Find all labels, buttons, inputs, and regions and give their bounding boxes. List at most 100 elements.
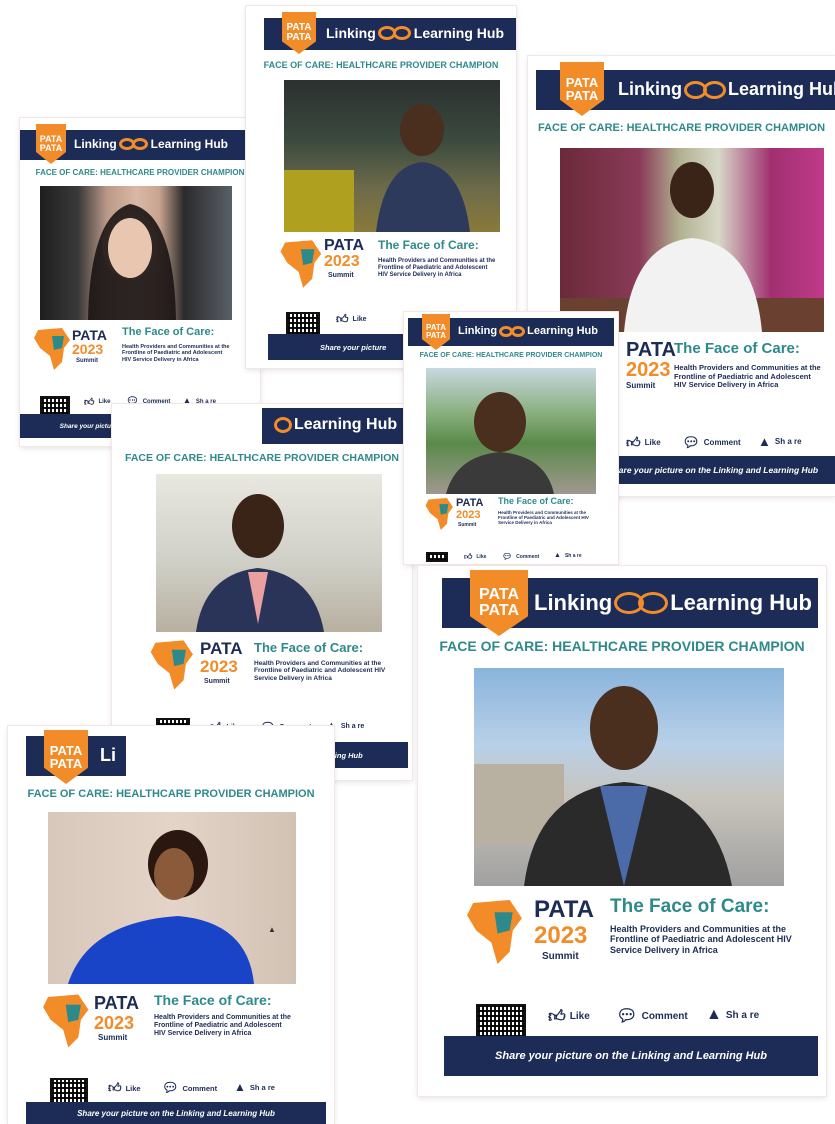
face-of-care-subtitle: Health Providers and Communities at the … (254, 660, 386, 682)
comment-button[interactable]: 💬︎Comment (682, 434, 741, 451)
summit-pata: PATA (456, 497, 484, 509)
face-of-care-subtitle: Health Providers and Communities at the … (122, 344, 230, 363)
champion-card-4: PATA PATA Linking Learning Hub FACE OF CA… (404, 312, 618, 564)
summit-pata: PATA (72, 327, 107, 343)
summit-label: Summit (76, 358, 99, 364)
pata-logo: PATA PATA (44, 730, 88, 784)
summit-year: 2023 (324, 253, 360, 270)
svg-text:▲: ▲ (268, 925, 276, 934)
share-button[interactable]: ▲Sh a re (554, 552, 582, 559)
summit-year: 2023 (94, 1013, 135, 1033)
champion-photo: ▲ (48, 812, 296, 984)
summit-label: Summit (542, 951, 579, 962)
comment-bubble-icon: 💬︎ (616, 1006, 638, 1025)
summit-pata: PATA (200, 639, 243, 658)
portrait-silhouette (446, 392, 554, 494)
portrait-silhouette (474, 686, 732, 886)
card-heading: FACE OF CARE: HEALTHCARE PROVIDER CHAMPI… (419, 352, 603, 359)
summit-label: Summit (458, 522, 477, 528)
summit-year: 2023 (456, 509, 481, 521)
summit-pata: PATA (534, 896, 594, 923)
champion-photo (284, 80, 500, 232)
hub-header: Learning Hub (262, 408, 412, 444)
summit-year: 2023 (534, 922, 588, 949)
card-heading: FACE OF CARE: HEALTHCARE PROVIDER CHAMPI… (35, 168, 245, 177)
thumbs-up-icon: 👍︎ (84, 397, 95, 408)
champion-card-6: PATA PATA Li FACE OF CARE: HEALTHCARE PRO… (8, 726, 334, 1124)
portrait-silhouette (284, 104, 470, 232)
face-of-care-title: The Face of Care: (674, 340, 800, 357)
thumbs-up-icon: 👍︎ (626, 434, 641, 450)
africa-map-icon (280, 240, 322, 288)
share-button[interactable]: ▲Sh a re (758, 434, 802, 449)
pata-logo: PATA PATA (282, 12, 316, 54)
face-of-care-title: The Face of Care: (154, 992, 272, 1008)
summit-year: 2023 (72, 341, 104, 357)
share-footer: Share your picture on the Linking and Le… (444, 1036, 818, 1076)
summit-label: Summit (98, 1033, 128, 1042)
champion-photo (40, 186, 232, 320)
comment-bubble-icon: 💬︎ (162, 1080, 179, 1095)
summit-year: 2023 (626, 359, 671, 381)
pata-logo: PATA PATA (470, 570, 528, 636)
comment-button[interactable]: 💬︎Comment (162, 1080, 217, 1096)
share-arrow-icon: ▲ (758, 434, 771, 449)
face-of-care-title: The Face of Care: (122, 326, 215, 338)
thumbs-up-icon: 👍︎ (108, 1080, 122, 1095)
like-button[interactable]: 👍︎Like (336, 312, 367, 327)
share-arrow-icon: ▲ (706, 1006, 722, 1023)
africa-map-icon (43, 994, 89, 1048)
share-button[interactable]: ▲Sh a re (706, 1006, 759, 1024)
face-of-care-subtitle: Health Providers and Communities at the … (154, 1014, 291, 1038)
hub-header: PATA PATA Linking Learning Hub (536, 62, 835, 116)
face-of-care-subtitle: Health Providers and Communities at the … (378, 258, 496, 278)
pata-logo: PATA PATA (560, 62, 604, 116)
hub-header: PATA PATA Linking Learning Hub (264, 12, 516, 54)
hub-title: Li (100, 745, 116, 765)
portrait-silhouette (88, 204, 176, 320)
card-heading: FACE OF CARE: HEALTHCARE PROVIDER CHAMPI… (439, 638, 805, 654)
hub-header: PATA PATA Linking Learning Hub (408, 314, 614, 350)
africa-map-icon (34, 328, 70, 370)
hub-title: Linking Learning Hub (618, 79, 835, 99)
hub-header: PATA PATA Linking Learning Hub (442, 570, 818, 636)
comment-button[interactable]: 💬︎Comment (502, 552, 539, 561)
chain-link-icon (614, 592, 669, 614)
champion-card-1: PATA PATA Linking Learning Hub FACE OF CA… (20, 118, 260, 446)
champion-photo (156, 474, 382, 632)
chain-link-icon (499, 325, 526, 337)
hub-title: Linking Learning Hub (326, 25, 505, 41)
pata-logo: PATA PATA (36, 124, 66, 164)
champion-card-7: PATA PATA Linking Learning Hub FACE OF CA… (418, 566, 826, 1096)
like-button[interactable]: 👍︎Like (548, 1006, 590, 1027)
share-arrow-icon: ▲ (554, 552, 561, 559)
share-arrow-icon: ▲ (234, 1080, 246, 1094)
like-button[interactable]: 👍︎Like (464, 552, 486, 562)
like-button[interactable]: 👍︎Like (84, 396, 110, 408)
chain-link-icon (118, 138, 149, 150)
like-button[interactable]: 👍︎Like (108, 1080, 141, 1096)
qr-code[interactable] (426, 552, 448, 562)
pata-logo: PATA PATA (422, 314, 450, 350)
hub-title: Linking Learning Hub (534, 590, 812, 615)
like-button[interactable]: 👍︎Like (626, 434, 661, 451)
champion-photo (474, 668, 784, 886)
share-footer: Share your picture on the Linking and Le… (26, 1102, 326, 1124)
summit-label: Summit (204, 678, 230, 685)
champion-photo (426, 368, 596, 494)
summit-pata: PATA (626, 339, 676, 361)
thumbs-up-icon: 👍︎ (336, 312, 349, 326)
card-heading: FACE OF CARE: HEALTHCARE PROVIDER CHAMPI… (125, 452, 399, 464)
champion-card-5: Learning Hub FACE OF CARE: HEALTHCARE PR… (112, 404, 412, 780)
face-of-care-title: The Face of Care: (498, 496, 574, 506)
summit-label: Summit (626, 381, 656, 390)
hub-title: Learning Hub (272, 416, 397, 434)
hub-header: PATA PATA Linking Learning Hub (20, 124, 252, 164)
card-heading: FACE OF CARE: HEALTHCARE PROVIDER CHAMPI… (537, 122, 826, 134)
comment-button[interactable]: 💬︎Comment (616, 1006, 688, 1026)
card-heading: FACE OF CARE: HEALTHCARE PROVIDER CHAMPI… (27, 788, 315, 800)
share-button[interactable]: ▲Sh a re (234, 1080, 275, 1094)
face-of-care-subtitle: Health Providers and Communities at the … (498, 510, 589, 526)
face-of-care-title: The Face of Care: (378, 238, 479, 252)
portrait-silhouette (560, 162, 824, 332)
